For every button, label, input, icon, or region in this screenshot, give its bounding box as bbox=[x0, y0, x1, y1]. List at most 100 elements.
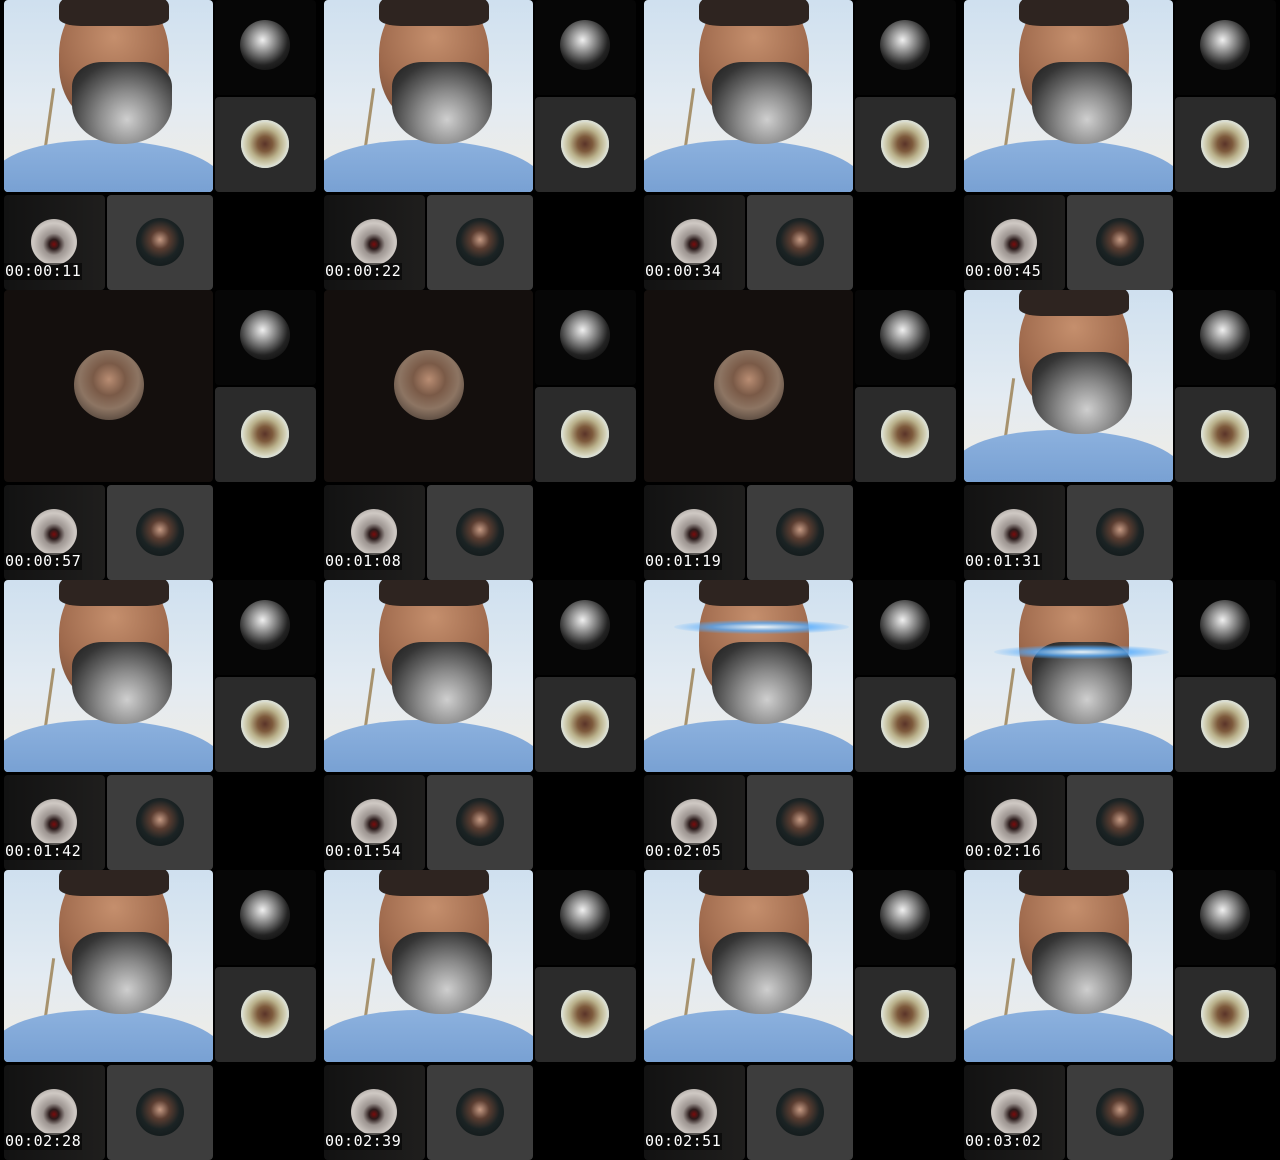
participant-tile-bottom-mid[interactable] bbox=[1067, 485, 1173, 580]
participant-tile-mid-right[interactable] bbox=[1175, 677, 1276, 772]
participant-tile-bottom-mid[interactable] bbox=[427, 195, 533, 290]
main-participant-tile[interactable] bbox=[4, 290, 213, 482]
participant-tile-top-right[interactable] bbox=[535, 290, 636, 385]
main-participant-tile[interactable] bbox=[324, 580, 533, 772]
main-participant-tile[interactable] bbox=[4, 580, 213, 772]
participant-tile-top-right[interactable] bbox=[855, 580, 956, 675]
participant-avatar-mirror bbox=[351, 509, 397, 555]
participant-beard bbox=[392, 62, 492, 144]
participant-tile-top-right[interactable] bbox=[215, 0, 316, 95]
video-frame-thumbnail[interactable]: 00:02:28 bbox=[0, 870, 320, 1160]
participant-tile-mid-right[interactable] bbox=[855, 387, 956, 482]
participant-tile-bottom-mid[interactable] bbox=[107, 1065, 213, 1160]
main-participant-tile[interactable] bbox=[964, 580, 1173, 772]
participant-tile-mid-right[interactable] bbox=[215, 967, 316, 1062]
participant-tile-bottom-mid[interactable] bbox=[427, 775, 533, 870]
participant-tile-bottom-mid[interactable] bbox=[747, 195, 853, 290]
main-participant-tile[interactable] bbox=[324, 290, 533, 482]
participant-tile-mid-right[interactable] bbox=[215, 387, 316, 482]
participant-tile-mid-right[interactable] bbox=[535, 97, 636, 192]
main-participant-tile[interactable] bbox=[644, 580, 853, 772]
video-frame-thumbnail[interactable]: 00:01:42 bbox=[0, 580, 320, 870]
participant-tile-bottom-mid[interactable] bbox=[107, 485, 213, 580]
participant-tile-bottom-mid[interactable] bbox=[1067, 775, 1173, 870]
participant-avatar-flower bbox=[561, 700, 609, 748]
main-participant-tile[interactable] bbox=[644, 0, 853, 192]
participant-tile-mid-right[interactable] bbox=[855, 677, 956, 772]
participant-avatar-flower bbox=[1201, 410, 1249, 458]
participant-tile-mid-right[interactable] bbox=[535, 967, 636, 1062]
participant-tile-bottom-mid[interactable] bbox=[107, 775, 213, 870]
video-frame-thumbnail[interactable]: 00:00:22 bbox=[320, 0, 640, 290]
participant-tile-top-right[interactable] bbox=[215, 580, 316, 675]
video-frame-thumbnail[interactable]: 00:00:11 bbox=[0, 0, 320, 290]
participant-tile-top-right[interactable] bbox=[855, 870, 956, 965]
main-participant-tile[interactable] bbox=[324, 0, 533, 192]
participant-avatar-mirror bbox=[671, 219, 717, 265]
video-frame-thumbnail[interactable]: 00:02:05 bbox=[640, 580, 960, 870]
participant-beard bbox=[712, 642, 812, 724]
participant-tile-top-right[interactable] bbox=[1175, 870, 1276, 965]
participant-tile-top-right[interactable] bbox=[1175, 290, 1276, 385]
participant-tile-top-right[interactable] bbox=[215, 870, 316, 965]
main-participant-tile[interactable] bbox=[324, 870, 533, 1062]
frame-timestamp: 00:01:42 bbox=[4, 842, 83, 860]
video-frame-thumbnail[interactable]: 00:02:51 bbox=[640, 870, 960, 1160]
participant-tile-bottom-mid[interactable] bbox=[747, 485, 853, 580]
participant-tile-top-right[interactable] bbox=[535, 580, 636, 675]
video-frame-thumbnail[interactable]: 00:03:02 bbox=[960, 870, 1280, 1160]
participant-tile-bottom-mid[interactable] bbox=[427, 1065, 533, 1160]
participant-tile-top-right[interactable] bbox=[855, 290, 956, 385]
participant-tile-mid-right[interactable] bbox=[1175, 97, 1276, 192]
participant-shirt bbox=[644, 720, 853, 772]
main-participant-tile[interactable] bbox=[644, 290, 853, 482]
participant-tile-top-right[interactable] bbox=[215, 290, 316, 385]
participant-hair bbox=[379, 870, 489, 896]
participant-tile-mid-right[interactable] bbox=[855, 967, 956, 1062]
participant-tile-top-right[interactable] bbox=[535, 0, 636, 95]
participant-tile-mid-right[interactable] bbox=[215, 677, 316, 772]
participant-avatar-bw bbox=[880, 600, 930, 650]
participant-beard bbox=[392, 932, 492, 1014]
participant-tile-bottom-mid[interactable] bbox=[1067, 1065, 1173, 1160]
video-frame-thumbnail[interactable]: 00:00:34 bbox=[640, 0, 960, 290]
participant-avatar-mirror bbox=[351, 799, 397, 845]
video-frame-thumbnail[interactable]: 00:01:19 bbox=[640, 290, 960, 580]
frame-timestamp: 00:00:34 bbox=[644, 262, 723, 280]
participant-tile-bottom-mid[interactable] bbox=[1067, 195, 1173, 290]
main-participant-tile[interactable] bbox=[964, 0, 1173, 192]
participant-tile-mid-right[interactable] bbox=[535, 677, 636, 772]
participant-tile-top-right[interactable] bbox=[855, 0, 956, 95]
main-participant-tile[interactable] bbox=[4, 870, 213, 1062]
participant-tile-mid-right[interactable] bbox=[215, 97, 316, 192]
participant-tile-bottom-mid[interactable] bbox=[107, 195, 213, 290]
participant-tile-mid-right[interactable] bbox=[1175, 967, 1276, 1062]
video-frame-thumbnail[interactable]: 00:02:39 bbox=[320, 870, 640, 1160]
video-frame-thumbnail[interactable]: 00:00:57 bbox=[0, 290, 320, 580]
video-frame-thumbnail[interactable]: 00:01:31 bbox=[960, 290, 1280, 580]
background-pole bbox=[1003, 668, 1016, 728]
main-participant-tile[interactable] bbox=[964, 870, 1173, 1062]
participant-tile-bottom-mid[interactable] bbox=[427, 485, 533, 580]
video-frame-thumbnail[interactable]: 00:01:54 bbox=[320, 580, 640, 870]
frame-timestamp: 00:01:54 bbox=[324, 842, 403, 860]
participant-tile-mid-right[interactable] bbox=[535, 387, 636, 482]
video-frame-thumbnail[interactable]: 00:00:45 bbox=[960, 0, 1280, 290]
video-frame-thumbnail[interactable]: 00:02:16 bbox=[960, 580, 1280, 870]
participant-tile-bottom-mid[interactable] bbox=[747, 775, 853, 870]
participant-avatar-man bbox=[136, 798, 184, 846]
participant-tile-top-right[interactable] bbox=[1175, 580, 1276, 675]
main-participant-tile[interactable] bbox=[964, 290, 1173, 482]
main-participant-tile[interactable] bbox=[644, 870, 853, 1062]
background-pole bbox=[1003, 88, 1016, 148]
main-participant-tile[interactable] bbox=[4, 0, 213, 192]
participant-tile-top-right[interactable] bbox=[535, 870, 636, 965]
frame-timestamp: 00:01:31 bbox=[964, 552, 1043, 570]
participant-avatar-man bbox=[776, 218, 824, 266]
participant-tile-mid-right[interactable] bbox=[1175, 387, 1276, 482]
participant-tile-bottom-mid[interactable] bbox=[747, 1065, 853, 1160]
video-frame-thumbnail[interactable]: 00:01:08 bbox=[320, 290, 640, 580]
participant-hair bbox=[379, 580, 489, 606]
participant-tile-top-right[interactable] bbox=[1175, 0, 1276, 95]
participant-tile-mid-right[interactable] bbox=[855, 97, 956, 192]
